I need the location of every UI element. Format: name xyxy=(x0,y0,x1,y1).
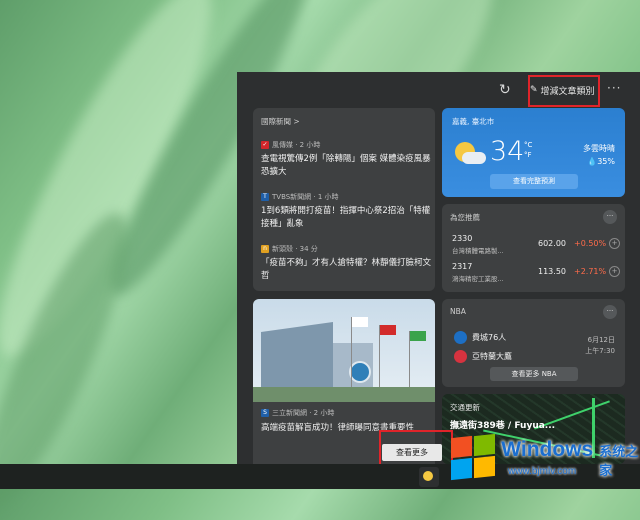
flag-icon xyxy=(380,325,396,335)
more-options-icon[interactable]: ··· xyxy=(603,210,617,224)
stock-change: +2.71% xyxy=(574,267,607,276)
flag-icon xyxy=(352,317,368,327)
nba-card[interactable]: NBA ··· 費城76人 亞特蘭大鷹 6月12日 上午7:30 查看更多 NB… xyxy=(442,299,625,387)
news-title: 查電視驚傳2例「除轉陽」個案 媒體染疫風暴恐擴大 xyxy=(261,154,431,177)
full-forecast-button[interactable]: 查看完整預測 xyxy=(490,174,578,189)
refresh-icon[interactable]: ↻ xyxy=(499,82,511,98)
watermark-url: www.bjmlv.com xyxy=(508,466,577,477)
news-card[interactable]: 國際新聞 > ✓ 風傳媒 · 2 小時 查電視驚傳2例「除轉陽」個案 媒體染疫風暴… xyxy=(253,108,435,291)
source-logo-icon: S xyxy=(261,409,269,417)
stock-change: +0.50% xyxy=(574,239,607,248)
windows-logo-icon xyxy=(447,433,495,481)
weather-location: 嘉義, 臺北市 xyxy=(452,117,495,126)
more-nba-button[interactable]: 查看更多 NBA xyxy=(490,367,578,381)
weather-humidity: 35% xyxy=(597,157,615,166)
company-logo-icon xyxy=(349,361,371,383)
stock-row[interactable]: 2330 台灣積體電路製... 602.00 +0.50% + xyxy=(452,234,620,256)
unit-celsius[interactable]: °C xyxy=(524,140,532,150)
news-title: 「疫苗不夠」才有人搶特權？林靜儀打臉柯文哲 xyxy=(261,258,432,281)
news-title: 1到6類將開打疫苗！指揮中心祭2招治「特權接種」亂象 xyxy=(261,206,431,229)
news-source: 風傳媒 · 2 小時 xyxy=(272,141,321,149)
game-clock: 上午7:30 xyxy=(585,347,615,355)
cloud-icon xyxy=(462,152,486,164)
source-logo-icon: T xyxy=(261,193,269,201)
game-time: 6月12日 上午7:30 xyxy=(585,335,615,357)
weather-icon xyxy=(423,471,433,481)
news-source: 新頭殼 · 34 分 xyxy=(272,245,318,253)
unit-fahrenheit[interactable]: °F xyxy=(524,150,532,160)
stocks-card[interactable]: 為您推薦 ··· 2330 台灣積體電路製... 602.00 +0.50% +… xyxy=(442,204,625,292)
team-name: 費城76人 xyxy=(472,333,507,342)
temperature-units[interactable]: °C °F xyxy=(524,140,532,160)
highlight-box xyxy=(528,75,600,107)
weather-condition-block: 多雲時晴 💧35% xyxy=(583,142,615,168)
team-logo-icon xyxy=(454,331,467,344)
watermark: Windows 系统之家 xyxy=(441,430,640,486)
stock-name: 台灣積體電路製... xyxy=(452,247,504,255)
raindrop-icon: 💧 xyxy=(587,157,598,166)
more-options-icon[interactable]: ··· xyxy=(607,81,621,95)
weather-temperature: 34 xyxy=(490,136,525,167)
stocks-header: 為您推薦 xyxy=(450,213,480,222)
flag-pole xyxy=(351,317,352,387)
team-row[interactable]: 費城76人 xyxy=(454,331,506,344)
news-item[interactable]: T TVBS新聞網 · 1 小時 1到6類將開打疫苗！指揮中心祭2招治「特權接種」… xyxy=(261,192,433,231)
news-item[interactable]: ✓ 風傳媒 · 2 小時 查電視驚傳2例「除轉陽」個案 媒體染疫風暴恐擴大 xyxy=(261,140,433,179)
news-card-header[interactable]: 國際新聞 > xyxy=(261,116,300,127)
traffic-header: 交通更新 xyxy=(450,403,480,412)
game-date: 6月12日 xyxy=(587,336,615,344)
stock-code: 2317 xyxy=(452,262,473,271)
team-name: 亞特蘭大鷹 xyxy=(472,352,512,361)
team-logo-icon xyxy=(454,350,467,363)
source-logo-icon: ✓ xyxy=(261,141,269,149)
weather-card[interactable]: 嘉義, 臺北市 34 °C °F 多雲時晴 💧35% 查看完整預測 xyxy=(442,108,625,197)
weather-condition: 多雲時晴 xyxy=(583,144,615,153)
watermark-cn: 系统之家 xyxy=(599,444,639,479)
news-source: TVBS新聞網 · 1 小時 xyxy=(272,193,339,201)
stock-price: 602.00 xyxy=(538,239,566,248)
stock-row[interactable]: 2317 鴻海精密工業股... 113.50 +2.71% + xyxy=(452,262,620,284)
add-stock-icon[interactable]: + xyxy=(609,238,620,249)
widgets-panel: ↻ ✎ 增減文章類別 ··· 國際新聞 > ✓ 風傳媒 · 2 小時 查電視驚傳2… xyxy=(237,72,640,464)
trees-image xyxy=(253,387,435,402)
news-source: 三立新聞網 · 2 小時 xyxy=(272,409,335,417)
more-options-icon[interactable]: ··· xyxy=(603,305,617,319)
story-image xyxy=(253,299,435,408)
nba-header: NBA xyxy=(450,307,466,316)
source-logo-icon: n xyxy=(261,245,269,253)
team-row[interactable]: 亞特蘭大鷹 xyxy=(454,350,512,363)
news-item[interactable]: n 新頭殼 · 34 分 「疫苗不夠」才有人搶特權？林靜儀打臉柯文哲 xyxy=(261,244,433,283)
stock-code: 2330 xyxy=(452,234,473,243)
flag-icon xyxy=(410,331,426,341)
watermark-windows: Windows xyxy=(501,437,594,461)
add-stock-icon[interactable]: + xyxy=(609,266,620,277)
stock-name: 鴻海精密工業股... xyxy=(452,275,504,283)
stock-price: 113.50 xyxy=(538,267,566,276)
